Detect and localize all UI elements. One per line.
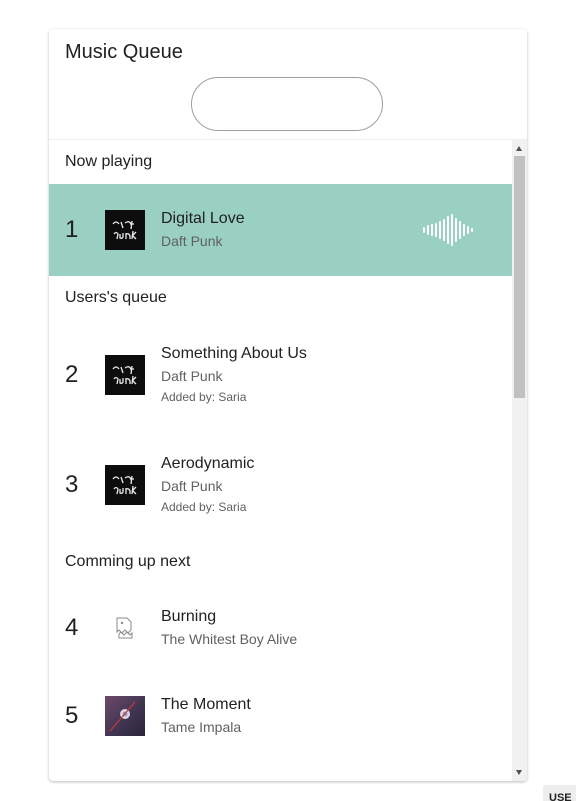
- section-header-now-playing: Now playing: [65, 153, 153, 170]
- page-title: Music Queue: [65, 41, 183, 63]
- scroll-up-arrow-icon[interactable]: [516, 146, 522, 151]
- album-art-daft-punk: [105, 465, 145, 505]
- song-title: The Moment: [161, 696, 251, 713]
- queue-list[interactable]: Now playing 1 Digital Love Daft Punk Use…: [49, 140, 512, 781]
- scrollbar-thumb[interactable]: [514, 156, 525, 398]
- added-by: Added by: Saria: [161, 500, 247, 514]
- song-title: Aerodynamic: [161, 455, 255, 472]
- track-number: 1: [65, 216, 79, 243]
- track-number: 2: [65, 361, 79, 388]
- scrollbar[interactable]: [512, 140, 527, 781]
- artist-name: The Whitest Boy Alive: [161, 631, 298, 647]
- broken-image-icon: [105, 608, 145, 648]
- scroll-down-arrow-icon[interactable]: [516, 770, 522, 775]
- artist-name: Tame Impala: [161, 719, 242, 735]
- queue-item[interactable]: 5 The Moment Tame Impala: [49, 672, 512, 760]
- song-title: Something About Us: [161, 345, 307, 362]
- search-box[interactable]: [191, 77, 433, 131]
- queue-item[interactable]: 4 Burning The Whitest Boy Alive: [49, 584, 512, 672]
- track-number: 3: [65, 471, 79, 498]
- queue-item[interactable]: 2 Something About Us Daft Punk Added by:…: [49, 320, 512, 430]
- artist-name: Daft Punk: [161, 368, 223, 384]
- now-playing-item[interactable]: 1 Digital Love Daft Punk: [49, 184, 512, 276]
- artist-name: Daft Punk: [161, 233, 223, 249]
- artist-name: Daft Punk: [161, 478, 223, 494]
- corner-tab[interactable]: USE: [543, 785, 576, 801]
- music-queue-card: Music Queue Now playing 1 Digital Love D…: [49, 29, 527, 781]
- added-by: Added by: Saria: [161, 390, 247, 404]
- queue-item[interactable]: 3 Aerodynamic Daft Punk Added by: Saria: [49, 430, 512, 540]
- audio-wave-icon: [423, 214, 473, 246]
- section-header-users-queue: Users's queue: [65, 289, 167, 306]
- section-header-coming-up: Comming up next: [65, 553, 191, 570]
- search-input[interactable]: [206, 78, 433, 130]
- track-number: 5: [65, 702, 79, 729]
- song-title: Burning: [161, 608, 217, 625]
- song-title: Digital Love: [161, 210, 245, 227]
- album-art-tame-impala: [105, 696, 145, 736]
- album-art-daft-punk: [105, 210, 145, 250]
- track-number: 4: [65, 614, 79, 641]
- album-art-daft-punk: [105, 355, 145, 395]
